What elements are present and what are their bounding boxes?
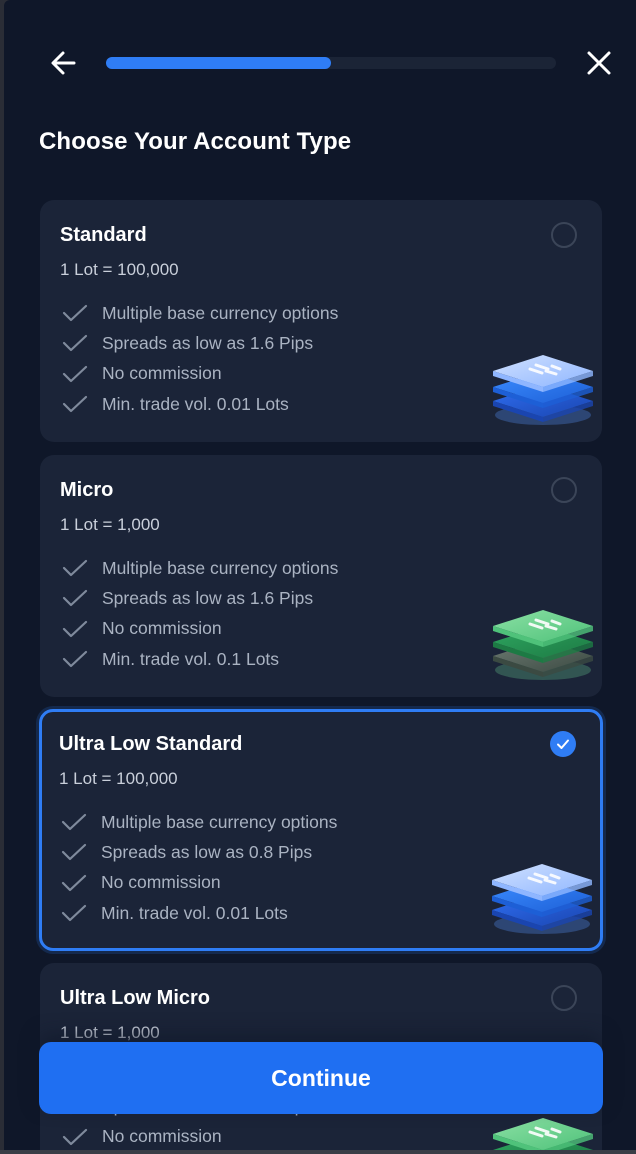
feature-text: No commission bbox=[101, 872, 221, 893]
radio-button[interactable] bbox=[551, 985, 577, 1011]
progress-bar bbox=[106, 57, 556, 69]
blue-layers-icon bbox=[490, 345, 596, 429]
check-icon bbox=[62, 620, 88, 637]
feature-item: Spreads as low as 1.6 Pips bbox=[60, 328, 338, 358]
check-icon bbox=[62, 1128, 88, 1145]
check-icon bbox=[62, 650, 88, 668]
radio-selected[interactable] bbox=[550, 731, 576, 757]
feature-item: No commission bbox=[60, 359, 338, 389]
check-icon bbox=[61, 814, 87, 831]
check-icon bbox=[61, 904, 87, 922]
feature-text: No commission bbox=[102, 618, 222, 639]
green-layers-icon bbox=[490, 1108, 596, 1150]
feature-text: Spreads as low as 1.6 Pips bbox=[102, 332, 314, 353]
feature-item: Min. trade vol. 0.1 Lots bbox=[60, 644, 338, 674]
back-button[interactable] bbox=[44, 44, 82, 82]
window-bottom-edge bbox=[0, 1150, 636, 1154]
feature-text: Min. trade vol. 0.01 Lots bbox=[101, 902, 288, 923]
account-card-lot-size: 1 Lot = 1,000 bbox=[60, 1023, 160, 1042]
feature-item: No commission bbox=[60, 614, 338, 644]
feature-text: Multiple base currency options bbox=[101, 811, 338, 832]
check-icon bbox=[62, 335, 88, 352]
account-feature-list: Multiple base currency options Spreads a… bbox=[60, 298, 338, 419]
feature-item: Multiple base currency options bbox=[60, 298, 338, 328]
check-icon bbox=[62, 305, 88, 322]
feature-item: No commission bbox=[59, 868, 337, 898]
account-card-lot-size: 1 Lot = 1,000 bbox=[60, 515, 160, 534]
check-icon bbox=[62, 590, 88, 607]
account-card-title: Ultra Low Micro bbox=[60, 987, 211, 1009]
feature-text: Min. trade vol. 0.01 Lots bbox=[102, 393, 289, 414]
account-type-screen: Choose Your Account Type Standard 1 Lot =… bbox=[4, 0, 636, 1150]
check-icon bbox=[61, 844, 87, 861]
feature-item: No commission bbox=[60, 1122, 338, 1150]
feature-text: Min. trade vol. 0.1 Lots bbox=[102, 648, 280, 669]
radio-button[interactable] bbox=[551, 477, 577, 503]
close-icon bbox=[587, 51, 611, 75]
feature-item: Min. trade vol. 0.01 Lots bbox=[59, 898, 337, 928]
feature-item: Spreads as low as 0.8 Pips bbox=[59, 837, 337, 867]
account-card-ultra-low-standard[interactable]: Ultra Low Standard 1 Lot = 100,000 Multip… bbox=[39, 709, 603, 951]
page-title: Choose Your Account Type bbox=[39, 128, 352, 155]
green-layers-icon bbox=[490, 600, 596, 684]
checkmark-icon bbox=[557, 739, 569, 749]
arrow-left-icon bbox=[51, 51, 76, 75]
feature-item: Multiple base currency options bbox=[60, 553, 338, 583]
account-card-title: Micro bbox=[60, 479, 114, 501]
progress-fill bbox=[106, 57, 331, 69]
feature-text: Multiple base currency options bbox=[102, 557, 339, 578]
check-icon bbox=[62, 365, 88, 382]
check-icon bbox=[62, 395, 88, 413]
account-card-standard[interactable]: Standard 1 Lot = 100,000 Multiple base cu… bbox=[40, 200, 602, 442]
account-feature-list: Multiple base currency options Spreads a… bbox=[60, 553, 338, 674]
blue-layers-icon bbox=[489, 854, 595, 938]
account-feature-list: Multiple base currency options Spreads a… bbox=[59, 807, 337, 928]
continue-button[interactable]: Continue bbox=[39, 1042, 603, 1114]
feature-text: No commission bbox=[102, 1126, 222, 1147]
feature-text: Spreads as low as 1.6 Pips bbox=[102, 587, 314, 608]
radio-button[interactable] bbox=[551, 222, 577, 248]
check-icon bbox=[62, 560, 88, 577]
account-card-lot-size: 1 Lot = 100,000 bbox=[60, 260, 179, 279]
account-card-title: Ultra Low Standard bbox=[59, 733, 243, 755]
feature-item: Spreads as low as 1.6 Pips bbox=[60, 583, 338, 613]
feature-item: Min. trade vol. 0.01 Lots bbox=[60, 389, 338, 419]
feature-text: Spreads as low as 0.8 Pips bbox=[101, 841, 313, 862]
feature-text: No commission bbox=[102, 363, 222, 384]
close-button[interactable] bbox=[580, 44, 618, 82]
account-card-micro[interactable]: Micro 1 Lot = 1,000 Multiple base currenc… bbox=[40, 455, 602, 697]
top-bar bbox=[4, 0, 636, 120]
feature-item: Multiple base currency options bbox=[59, 807, 337, 837]
feature-text: Multiple base currency options bbox=[102, 302, 339, 323]
account-card-lot-size: 1 Lot = 100,000 bbox=[59, 769, 178, 788]
check-icon bbox=[61, 874, 87, 891]
account-card-title: Standard bbox=[60, 224, 147, 246]
